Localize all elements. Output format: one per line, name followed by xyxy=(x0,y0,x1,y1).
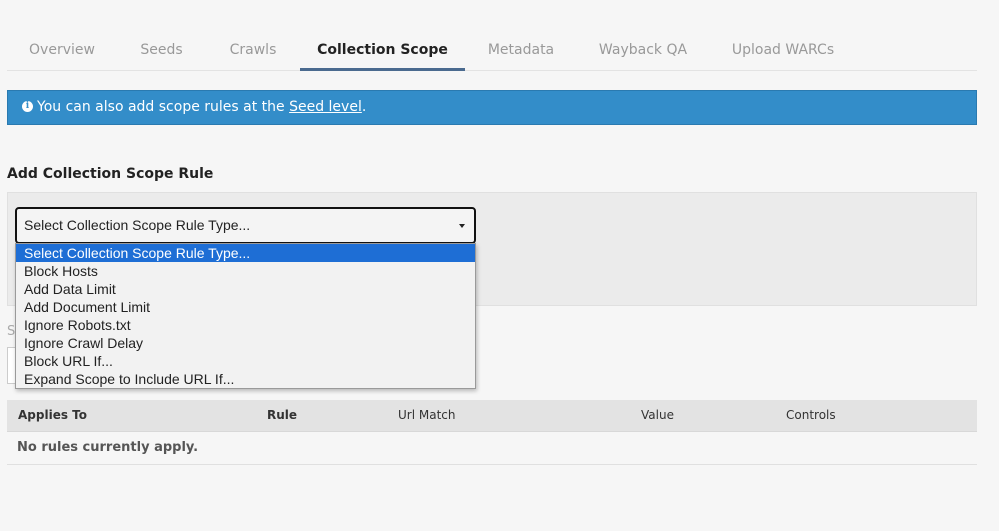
info-text-after: . xyxy=(361,99,367,115)
tab-overview[interactable]: Overview xyxy=(16,30,108,70)
tab-collection-scope[interactable]: Collection Scope xyxy=(300,30,465,71)
option-block-url-if[interactable]: Block URL If... xyxy=(16,352,475,370)
tab-metadata[interactable]: Metadata xyxy=(479,30,563,70)
tab-bar: Overview Seeds Crawls Collection Scope M… xyxy=(7,30,977,71)
header-rule: Rule xyxy=(267,408,298,422)
rule-type-select[interactable]: Select Collection Scope Rule Type... xyxy=(15,207,476,244)
info-circle-icon: i xyxy=(22,100,33,112)
option-ignore-crawl-delay[interactable]: Ignore Crawl Delay xyxy=(16,334,475,352)
tab-wayback-qa[interactable]: Wayback QA xyxy=(590,30,696,70)
header-value: Value xyxy=(641,408,674,422)
option-add-document-limit[interactable]: Add Document Limit xyxy=(16,298,475,316)
tab-upload-warcs[interactable]: Upload WARCs xyxy=(721,30,845,70)
header-controls: Controls xyxy=(786,408,836,422)
option-select-rule-type[interactable]: Select Collection Scope Rule Type... xyxy=(16,244,475,262)
seed-level-link[interactable]: Seed level xyxy=(289,99,362,115)
info-text-before: You can also add scope rules at the xyxy=(37,99,290,115)
option-add-data-limit[interactable]: Add Data Limit xyxy=(16,280,475,298)
option-ignore-robots[interactable]: Ignore Robots.txt xyxy=(16,316,475,334)
header-url-match: Url Match xyxy=(398,408,456,422)
rules-table-body: No rules currently apply. xyxy=(7,432,977,465)
caret-down-icon xyxy=(459,224,465,228)
info-alert: i You can also add scope rules at the See… xyxy=(7,90,977,125)
empty-rules-message: No rules currently apply. xyxy=(17,440,199,455)
tab-seeds[interactable]: Seeds xyxy=(125,30,198,70)
option-block-hosts[interactable]: Block Hosts xyxy=(16,262,475,280)
tab-crawls[interactable]: Crawls xyxy=(214,30,292,70)
rule-type-select-value: Select Collection Scope Rule Type... xyxy=(24,217,251,233)
header-applies-to: Applies To xyxy=(18,408,87,422)
rule-type-dropdown: Select Collection Scope Rule Type... Blo… xyxy=(15,243,476,389)
option-expand-scope[interactable]: Expand Scope to Include URL If... xyxy=(16,370,475,388)
add-rule-title: Add Collection Scope Rule xyxy=(7,166,214,182)
rules-table-header: Applies To Rule Url Match Value Controls xyxy=(7,400,977,432)
